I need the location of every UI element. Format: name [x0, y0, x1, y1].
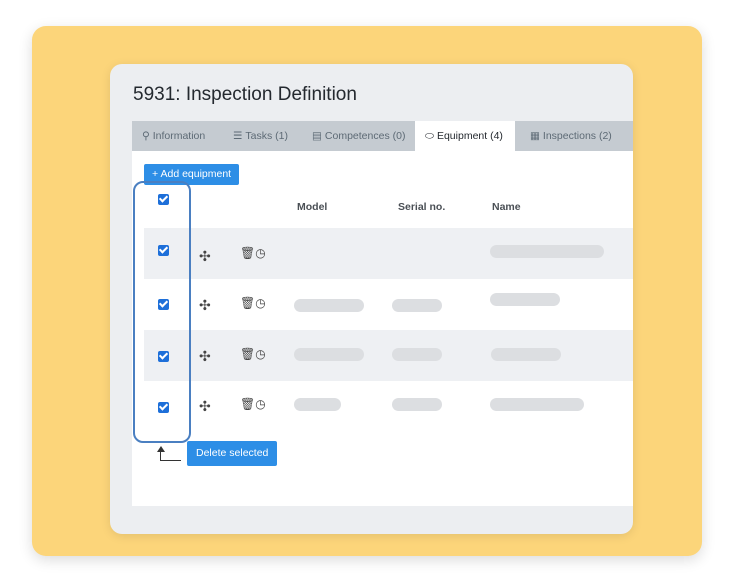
serial-placeholder — [392, 348, 442, 361]
tab-competences[interactable]: ▤ Competences (0) — [312, 121, 405, 151]
name-placeholder — [490, 293, 560, 306]
delete-selected-button[interactable]: Delete selected — [187, 441, 278, 466]
tab-label: Inspections (2) — [542, 130, 612, 142]
table-row[interactable]: ✣ 🗑◷ — [144, 279, 633, 330]
equipment-icon: ⬭ — [425, 130, 434, 142]
model-placeholder — [294, 299, 364, 312]
selection-highlight — [133, 181, 191, 443]
table-row[interactable]: ✣ 🗑◷ — [144, 228, 633, 279]
move-icon[interactable]: ✣ — [199, 249, 211, 263]
move-icon[interactable]: ✣ — [199, 298, 211, 312]
model-placeholder — [294, 398, 341, 411]
delete-history-icons[interactable]: 🗑◷ — [240, 348, 266, 360]
name-placeholder — [490, 398, 584, 411]
tab-label: Competences (0) — [324, 130, 406, 142]
column-header-serial: Serial no. — [398, 201, 446, 213]
move-icon[interactable]: ✣ — [199, 399, 211, 413]
calendar-icon: ▦ — [530, 130, 540, 142]
list-icon: ☰ — [233, 130, 243, 142]
serial-placeholder — [392, 299, 442, 312]
model-placeholder — [294, 348, 364, 361]
tab-label: Tasks (1) — [245, 130, 289, 142]
move-icon[interactable]: ✣ — [199, 349, 211, 363]
arrow-head-icon — [157, 446, 165, 452]
delete-history-icons[interactable]: 🗑◷ — [240, 297, 266, 309]
table-row[interactable]: ✣ 🗑◷ — [144, 381, 633, 432]
tab-label: Information — [152, 130, 206, 142]
tab-inspections[interactable]: ▦ Inspections (2) — [530, 121, 612, 151]
tab-equipment[interactable]: ⬭ Equipment (4) — [415, 121, 515, 151]
table-row[interactable]: ✣ 🗑◷ — [144, 330, 633, 381]
equipment-panel: + Add equipment Model Serial no. Name ✣ … — [132, 151, 633, 506]
tab-bar: ⚲ Information ☰ Tasks (1) ▤ Competences (0)… — [132, 121, 633, 151]
tab-label: Equipment (4) — [436, 130, 503, 142]
user-icon: ⚲ — [142, 130, 150, 142]
delete-history-icons[interactable]: 🗑◷ — [240, 398, 266, 410]
certificate-icon: ▤ — [312, 130, 322, 142]
delete-history-icons[interactable]: 🗑◷ — [240, 247, 266, 259]
corner-arrow-icon — [160, 451, 181, 461]
tab-information[interactable]: ⚲ Information — [142, 121, 205, 151]
serial-placeholder — [392, 398, 442, 411]
column-header-model: Model — [297, 201, 328, 213]
column-header-name: Name — [492, 201, 521, 213]
name-placeholder — [490, 245, 604, 258]
tab-tasks[interactable]: ☰ Tasks (1) — [233, 121, 288, 151]
page-title: 5931: Inspection Definition — [133, 84, 357, 105]
name-placeholder — [491, 348, 561, 361]
